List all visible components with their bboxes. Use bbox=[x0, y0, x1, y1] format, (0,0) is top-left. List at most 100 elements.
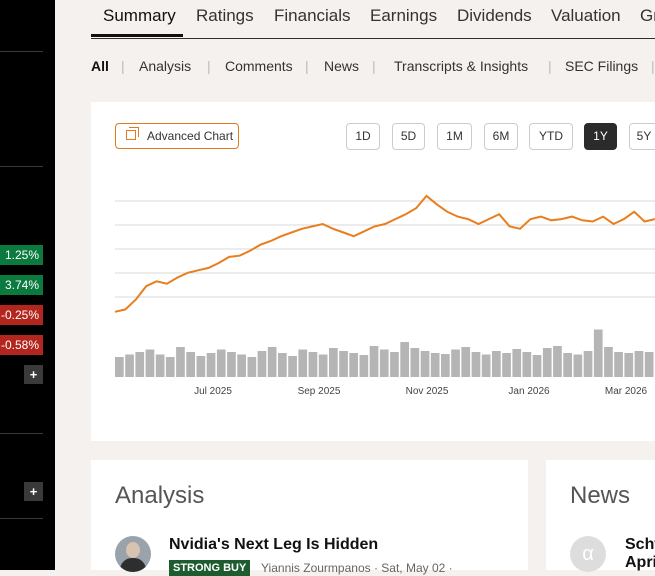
analysis-card: Analysis Nvidia's Next Leg Is Hidden STR… bbox=[91, 460, 528, 576]
volume-bar bbox=[267, 347, 277, 377]
subnav-separator: | bbox=[651, 58, 655, 74]
volume-bar bbox=[644, 352, 654, 377]
volume-bar bbox=[461, 347, 471, 377]
tab-earnings[interactable]: Earnings bbox=[370, 6, 437, 26]
volume-bar bbox=[206, 353, 216, 377]
volume-bar bbox=[624, 353, 634, 377]
author-avatar[interactable] bbox=[115, 536, 151, 572]
avatar-head bbox=[126, 542, 140, 558]
change-badge[interactable]: -0.25% bbox=[0, 305, 43, 325]
x-tick-label: Sep 2025 bbox=[298, 386, 341, 397]
volume-bar bbox=[542, 348, 552, 377]
volume-bar bbox=[553, 346, 562, 377]
volume-bar bbox=[278, 353, 287, 377]
subnav-all[interactable]: All bbox=[91, 58, 109, 74]
volume-bar bbox=[176, 347, 185, 377]
price-line bbox=[114, 194, 655, 313]
volume-bar bbox=[451, 349, 460, 377]
volume-bar bbox=[115, 357, 124, 377]
volume-bar bbox=[430, 353, 440, 377]
volume-bar bbox=[481, 354, 491, 377]
add-button[interactable]: + bbox=[24, 365, 43, 384]
volume-bar bbox=[379, 349, 389, 377]
subnav-analysis[interactable]: Analysis bbox=[139, 58, 191, 74]
volume-bar bbox=[441, 354, 450, 377]
volume-bar bbox=[492, 351, 501, 377]
analysis-heading: Analysis bbox=[115, 482, 205, 509]
price-chart-card: Advanced Chart 1D 5D 1M 6M YTD 1Y 5Y Jul… bbox=[91, 102, 655, 441]
volume-bar bbox=[125, 354, 134, 377]
volume-bar bbox=[196, 356, 206, 377]
volume-bar bbox=[471, 352, 481, 377]
volume-bar bbox=[308, 352, 318, 377]
tab-valuation[interactable]: Valuation bbox=[551, 6, 621, 26]
volume-bar bbox=[400, 342, 409, 377]
rating-badge: STRONG BUY bbox=[169, 560, 251, 576]
price-chart[interactable]: Jul 2025 Sep 2025 Nov 2025 Jan 2026 Mar 2026 bbox=[91, 102, 655, 441]
tab-summary[interactable]: Summary bbox=[103, 6, 176, 26]
sidebar-divider bbox=[0, 433, 43, 434]
change-badge[interactable]: 1.25% bbox=[0, 245, 43, 265]
volume-bar bbox=[563, 353, 572, 377]
add-button[interactable]: + bbox=[24, 482, 43, 501]
volume-bar bbox=[522, 352, 532, 377]
volume-bar bbox=[593, 329, 603, 377]
subnav-sec-filings[interactable]: SEC Filings bbox=[565, 58, 638, 74]
subnav-separator: | bbox=[305, 58, 309, 74]
subnav-transcripts[interactable]: Transcripts & Insights bbox=[394, 58, 528, 74]
subnav-separator: | bbox=[121, 58, 125, 74]
sidebar-divider bbox=[0, 518, 43, 519]
article-byline[interactable]: Yiannis Zourmpanos · Sat, May 02 · bbox=[261, 561, 453, 575]
volume-bar bbox=[257, 351, 267, 377]
volume-bar bbox=[634, 351, 644, 377]
tab-bar: Summary Ratings Financials Earnings Divi… bbox=[91, 0, 655, 39]
volume-bar bbox=[359, 355, 369, 377]
subnav-separator: | bbox=[372, 58, 376, 74]
news-title[interactable]: Schw Apri bbox=[625, 536, 655, 572]
volume-bar bbox=[369, 346, 379, 377]
volume-bar bbox=[339, 351, 348, 377]
main-content: Summary Ratings Financials Earnings Divi… bbox=[91, 0, 655, 576]
change-badge[interactable]: -0.58% bbox=[0, 335, 43, 355]
x-tick-label: Mar 2026 bbox=[605, 386, 648, 397]
x-tick-label: Jan 2026 bbox=[508, 386, 550, 397]
volume-bar bbox=[227, 352, 236, 377]
tab-ratings[interactable]: Ratings bbox=[196, 6, 254, 26]
sub-navigation: All | Analysis | Comments | News | Trans… bbox=[91, 58, 655, 78]
volume-bar bbox=[165, 357, 175, 377]
volume-bar bbox=[135, 352, 145, 377]
volume-bar bbox=[410, 348, 420, 377]
tab-financials[interactable]: Financials bbox=[274, 6, 351, 26]
volume-bar bbox=[532, 355, 542, 377]
volume-bar bbox=[614, 352, 623, 377]
x-tick-label: Jul 2025 bbox=[194, 386, 232, 397]
sidebar: 1.25% 3.74% -0.25% -0.58% + + bbox=[0, 0, 55, 570]
volume-bar bbox=[604, 347, 613, 377]
subnav-comments[interactable]: Comments bbox=[225, 58, 293, 74]
tab-growth[interactable]: Gr bbox=[640, 6, 655, 26]
volume-bar bbox=[573, 354, 583, 377]
volume-bar bbox=[186, 352, 195, 377]
volume-bar bbox=[247, 357, 257, 377]
volume-bar bbox=[583, 351, 593, 377]
volume-bar bbox=[420, 351, 430, 377]
article-title[interactable]: Nvidia's Next Leg Is Hidden bbox=[169, 536, 378, 554]
tab-dividends[interactable]: Dividends bbox=[457, 6, 532, 26]
volume-bar bbox=[329, 348, 338, 377]
volume-bar bbox=[349, 353, 358, 377]
volume-bar bbox=[145, 349, 155, 377]
change-badge[interactable]: 3.74% bbox=[0, 275, 43, 295]
sidebar-divider bbox=[0, 166, 43, 167]
alpha-icon: α bbox=[570, 536, 606, 572]
volume-bar bbox=[216, 349, 226, 377]
subnav-separator: | bbox=[207, 58, 211, 74]
news-title-line: Apri bbox=[625, 554, 655, 571]
volume-bar bbox=[390, 352, 399, 377]
subnav-news[interactable]: News bbox=[324, 58, 359, 74]
active-tab-indicator bbox=[91, 34, 183, 37]
news-title-line: Schw bbox=[625, 536, 655, 553]
volume-bar bbox=[512, 349, 522, 377]
news-heading: News bbox=[570, 482, 631, 509]
volume-bar bbox=[155, 354, 165, 377]
volume-bar bbox=[318, 354, 328, 377]
